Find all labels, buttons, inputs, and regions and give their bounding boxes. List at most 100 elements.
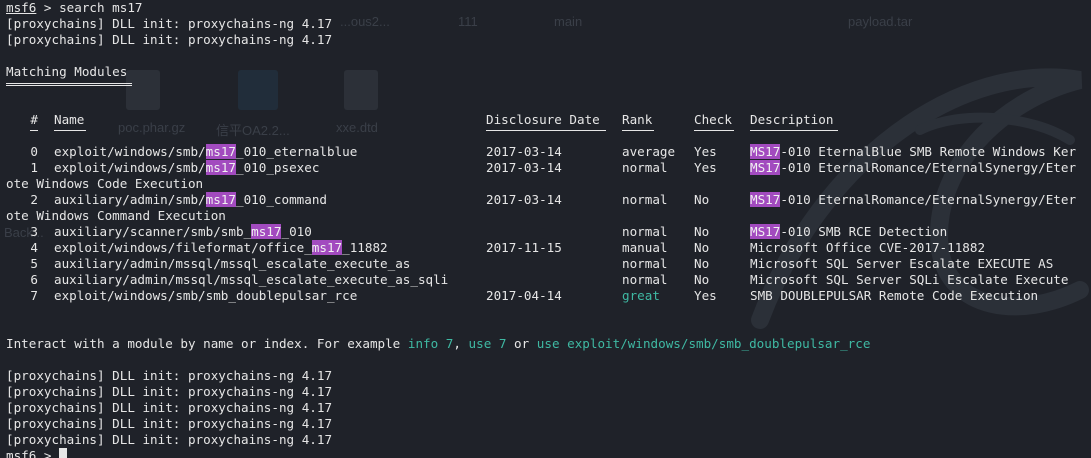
module-rank: normal: [622, 256, 668, 271]
command-text: > search ms17: [36, 0, 143, 15]
header-date: Disclosure Date: [486, 112, 600, 127]
matching-modules-underline: [6, 80, 1091, 94]
module-check: Yes: [694, 288, 717, 303]
module-check: Yes: [694, 144, 717, 159]
prompt-label: msf6: [6, 0, 37, 15]
module-description: Microsoft Office CVE-2017-11882: [750, 240, 985, 256]
module-name-text: exploit/windows/smb/smb_doublepulsar_rce: [54, 288, 358, 303]
module-description: SMB DOUBLEPULSAR Remote Code Execution: [750, 288, 1038, 304]
module-description: MS17-010 EternalRomance/EternalSynergy/E…: [750, 192, 1076, 208]
terminal-output[interactable]: msf6 > search ms17 [proxychains] DLL ini…: [6, 0, 1091, 458]
module-name: auxiliary/admin/mssql/mssql_escalate_exe…: [54, 256, 410, 272]
search-match-highlight: ms17: [205, 144, 236, 159]
interact-hint: Interact with a module by name or index.…: [6, 336, 1091, 352]
table-header-underline: [6, 128, 1091, 144]
header-description: Description: [750, 112, 834, 127]
table-row: 2 auxiliary/admin/smb/ms17_010_command 201…: [6, 192, 1091, 208]
module-description: MS17-010 SMB RCE Detection: [750, 224, 947, 240]
module-name-text: exploit/windows/smb/: [54, 144, 206, 159]
use-full-example: use exploit/windows/smb/smb_doublepulsar…: [536, 336, 871, 351]
module-name-text: _010_command: [236, 192, 327, 207]
init-line: [proxychains] DLL init: proxychains-ng 4…: [6, 400, 333, 415]
module-description: MS17-010 EternalBlue SMB Remote Windows …: [750, 144, 1076, 160]
module-description-text: Microsoft SQL Server SQLi Escalate Execu…: [750, 272, 1069, 287]
module-check: No: [694, 272, 710, 287]
module-index: 0: [30, 144, 38, 159]
module-disclosure-date: 2017-03-14: [486, 144, 562, 159]
module-name-text: _010: [281, 224, 312, 239]
table-row: 6 auxiliary/admin/mssql/mssql_escalate_ex…: [6, 272, 1091, 288]
search-match-highlight: ms17: [251, 224, 282, 239]
final-prompt-line[interactable]: msf6 >: [6, 448, 1091, 458]
search-match-highlight: ms17: [205, 192, 236, 207]
text-cursor[interactable]: [59, 448, 68, 458]
table-row: 1 exploit/windows/smb/ms17_010_psexec 2017…: [6, 160, 1091, 176]
init-line: [proxychains] DLL init: proxychains-ng 4…: [6, 384, 333, 399]
hint-text: ,: [453, 336, 469, 351]
info-example: info 7: [407, 336, 454, 351]
table-row: 7 exploit/windows/smb/smb_doublepulsar_rc…: [6, 288, 1091, 304]
module-name-text: auxiliary/admin/mssql/mssql_escalate_exe…: [54, 272, 449, 287]
search-match-highlight: MS17: [750, 192, 781, 207]
table-header: # Name Disclosure Date Rank Check Descri…: [6, 112, 1091, 128]
wrapped-description: ote Windows Code Execution: [6, 176, 204, 191]
command-line: msf6 > search ms17: [6, 0, 1091, 16]
module-index: 5: [30, 256, 38, 271]
init-line: [proxychains] DLL init: proxychains-ng 4…: [6, 432, 333, 447]
module-disclosure-date: 2017-04-14: [486, 288, 562, 303]
module-index: 6: [30, 272, 38, 287]
module-rank: average: [622, 144, 676, 159]
module-rank: great: [622, 288, 660, 303]
search-match-highlight: MS17: [750, 160, 781, 175]
use-index-example: use 7: [468, 336, 507, 351]
module-name-text: auxiliary/admin/smb/: [54, 192, 206, 207]
module-check: No: [694, 240, 710, 255]
header-rank: Rank: [622, 112, 653, 127]
module-rank: normal: [622, 192, 668, 207]
module-name-text: exploit/windows/smb/: [54, 160, 206, 175]
header-name: Name: [54, 112, 85, 127]
module-description: Microsoft SQL Server Escalate EXECUTE AS: [750, 256, 1053, 272]
module-index: 2: [30, 192, 38, 207]
module-name: auxiliary/admin/mssql/mssql_escalate_exe…: [54, 272, 448, 288]
module-name-text: exploit/windows/fileformat/office_: [54, 240, 312, 255]
module-index: 1: [30, 160, 38, 175]
module-index: 4: [30, 240, 38, 255]
module-description-text: -010 EternalRomance/EternalSynergy/Eter: [780, 160, 1077, 175]
table-row: 0 exploit/windows/smb/ms17_010_eternalblu…: [6, 144, 1091, 160]
init-line: [proxychains] DLL init: proxychains-ng 4…: [6, 32, 333, 47]
module-name-text: auxiliary/admin/mssql/mssql_escalate_exe…: [54, 256, 411, 271]
module-table: 0 exploit/windows/smb/ms17_010_eternalblu…: [6, 144, 1091, 304]
module-name: exploit/windows/fileformat/office_ms17_1…: [54, 240, 388, 256]
search-match-highlight: MS17: [750, 224, 781, 239]
prompt-label: msf6: [6, 448, 37, 458]
module-description-text: Microsoft SQL Server Escalate EXECUTE AS: [750, 256, 1054, 271]
module-disclosure-date: 2017-11-15: [486, 240, 562, 255]
hint-text: or: [506, 336, 537, 351]
module-index: 3: [30, 224, 38, 239]
header-check: Check: [694, 112, 732, 127]
search-match-highlight: ms17: [205, 160, 236, 175]
module-name-text: _11882: [342, 240, 388, 255]
hint-text: Interact with a module by name or index.…: [6, 336, 408, 351]
module-rank: normal: [622, 224, 668, 239]
module-name-text: _010_eternalblue: [236, 144, 358, 159]
module-check: Yes: [694, 160, 717, 175]
module-check: No: [694, 256, 710, 271]
wrapped-description: ote Windows Command Execution: [6, 208, 226, 223]
module-disclosure-date: 2017-03-14: [486, 192, 562, 207]
table-row: 4 exploit/windows/fileformat/office_ms17_…: [6, 240, 1091, 256]
module-description-text: SMB DOUBLEPULSAR Remote Code Execution: [750, 288, 1039, 303]
module-name: exploit/windows/smb/smb_doublepulsar_rce: [54, 288, 357, 304]
search-match-highlight: ms17: [311, 240, 343, 255]
module-check: No: [694, 224, 710, 239]
header-num: #: [30, 112, 38, 127]
module-check: No: [694, 192, 710, 207]
module-rank: normal: [622, 272, 668, 287]
module-rank: normal: [622, 160, 668, 175]
table-row: 3 auxiliary/scanner/smb/smb_ms17_010 norma…: [6, 224, 1091, 240]
init-line: [proxychains] DLL init: proxychains-ng 4…: [6, 368, 333, 383]
